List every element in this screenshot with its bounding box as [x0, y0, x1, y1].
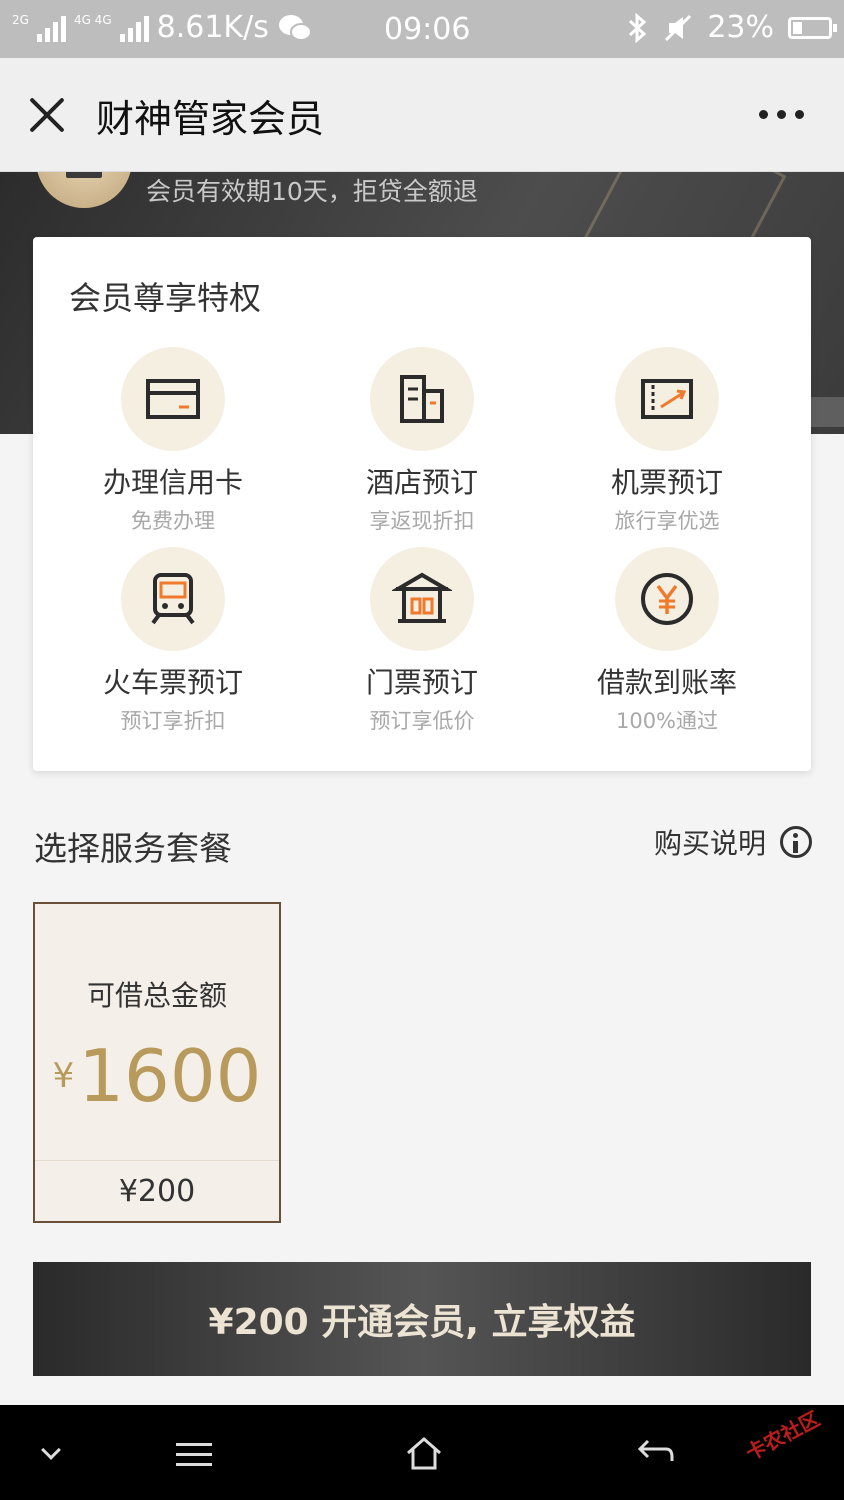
signal-icon-2: [119, 14, 149, 42]
privilege-hotel[interactable]: 酒店预订 享返现折扣: [302, 347, 542, 535]
package-amount: ¥1600: [35, 1034, 279, 1118]
activate-membership-button[interactable]: ¥200 开通会员, 立享权益: [33, 1262, 811, 1376]
section-title: 选择服务套餐: [34, 829, 232, 868]
privileges-card: 会员尊享特权 办理信用卡 免费办理 酒店预订 享返现折扣 机票预订 旅行享优选 …: [33, 237, 811, 771]
buy-info-link[interactable]: 购买说明: [654, 822, 812, 862]
system-nav-bar: [0, 1405, 844, 1500]
network-type-label-2: 4G 4G: [73, 12, 112, 27]
signal-icon: [36, 14, 66, 42]
info-icon: [780, 826, 812, 858]
chevron-down-icon[interactable]: [41, 1440, 61, 1460]
close-icon[interactable]: [26, 94, 68, 136]
yuan-coin-icon: [641, 573, 693, 625]
privilege-icon-circle: [615, 347, 719, 451]
privilege-icon-circle: [370, 347, 474, 451]
privilege-gate-ticket[interactable]: 门票预订 预订享低价: [302, 547, 542, 735]
network-speed: 8.61K/s: [156, 10, 269, 45]
privilege-name: 办理信用卡: [102, 466, 243, 499]
privilege-train[interactable]: 火车票预订 预订享折扣: [53, 547, 293, 735]
privilege-name: 酒店预订: [365, 466, 478, 499]
bluetooth-icon: [629, 12, 647, 43]
amount-value: 1600: [78, 1034, 262, 1118]
battery-icon: [788, 16, 837, 39]
clock: 09:06: [384, 12, 471, 47]
privilege-name: 借款到账率: [596, 666, 737, 699]
divider: [35, 1160, 279, 1161]
status-left: 2G 4G 4G 8.61K/s: [12, 10, 313, 45]
package-price: ¥200: [118, 1174, 196, 1209]
member-badge-icon: [36, 172, 132, 208]
status-right: 23%: [627, 10, 837, 45]
silent-icon: [665, 14, 692, 41]
privilege-name: 门票预订: [365, 666, 478, 699]
privilege-credit-card[interactable]: 办理信用卡 免费办理: [53, 347, 293, 535]
privilege-loan-rate[interactable]: 借款到账率 100%通过: [547, 547, 787, 735]
privilege-desc: 旅行享优选: [614, 509, 720, 533]
gate-ticket-icon: [392, 572, 452, 623]
privilege-name: 机票预订: [610, 466, 723, 499]
more-options-icon[interactable]: [759, 110, 804, 119]
network-type-label: 2G: [12, 12, 29, 27]
privilege-desc: 100%通过: [615, 709, 719, 733]
privilege-desc: 免费办理: [131, 509, 215, 533]
membership-validity-text: 会员有效期10天，拒贷全额退: [146, 177, 478, 206]
wechat-icon: [278, 14, 312, 41]
privilege-flight[interactable]: 机票预订 旅行享优选: [547, 347, 787, 535]
privilege-icon-circle: [370, 547, 474, 651]
battery-percent: 23%: [707, 10, 774, 45]
privilege-name: 火车票预订: [102, 666, 243, 699]
buy-info-label: 购买说明: [653, 827, 766, 860]
back-icon[interactable]: [636, 1437, 676, 1467]
credit-card-icon: [146, 379, 200, 419]
privilege-icon-circle: [121, 547, 225, 651]
home-icon[interactable]: [404, 1435, 444, 1471]
status-bar: 2G 4G 4G 8.61K/s 09:06 23%: [0, 0, 844, 58]
package-option[interactable]: 可借总金额 ¥1600 ¥200: [33, 902, 281, 1223]
currency-symbol: ¥: [52, 1056, 75, 1096]
privilege-icon-circle: [121, 347, 225, 451]
menu-icon[interactable]: [176, 1443, 212, 1473]
train-icon: [151, 573, 195, 625]
flight-ticket-icon: [641, 379, 693, 419]
privilege-desc: 预订享低价: [369, 709, 475, 733]
privileges-title: 会员尊享特权: [69, 279, 262, 317]
privilege-desc: 享返现折扣: [369, 509, 475, 533]
privilege-desc: 预订享折扣: [120, 709, 226, 733]
page-title: 财神管家会员: [96, 97, 325, 141]
privilege-icon-circle: [615, 547, 719, 651]
package-label: 可借总金额: [86, 979, 227, 1012]
title-bar: 财神管家会员: [0, 58, 844, 172]
hotel-icon: [400, 375, 444, 423]
